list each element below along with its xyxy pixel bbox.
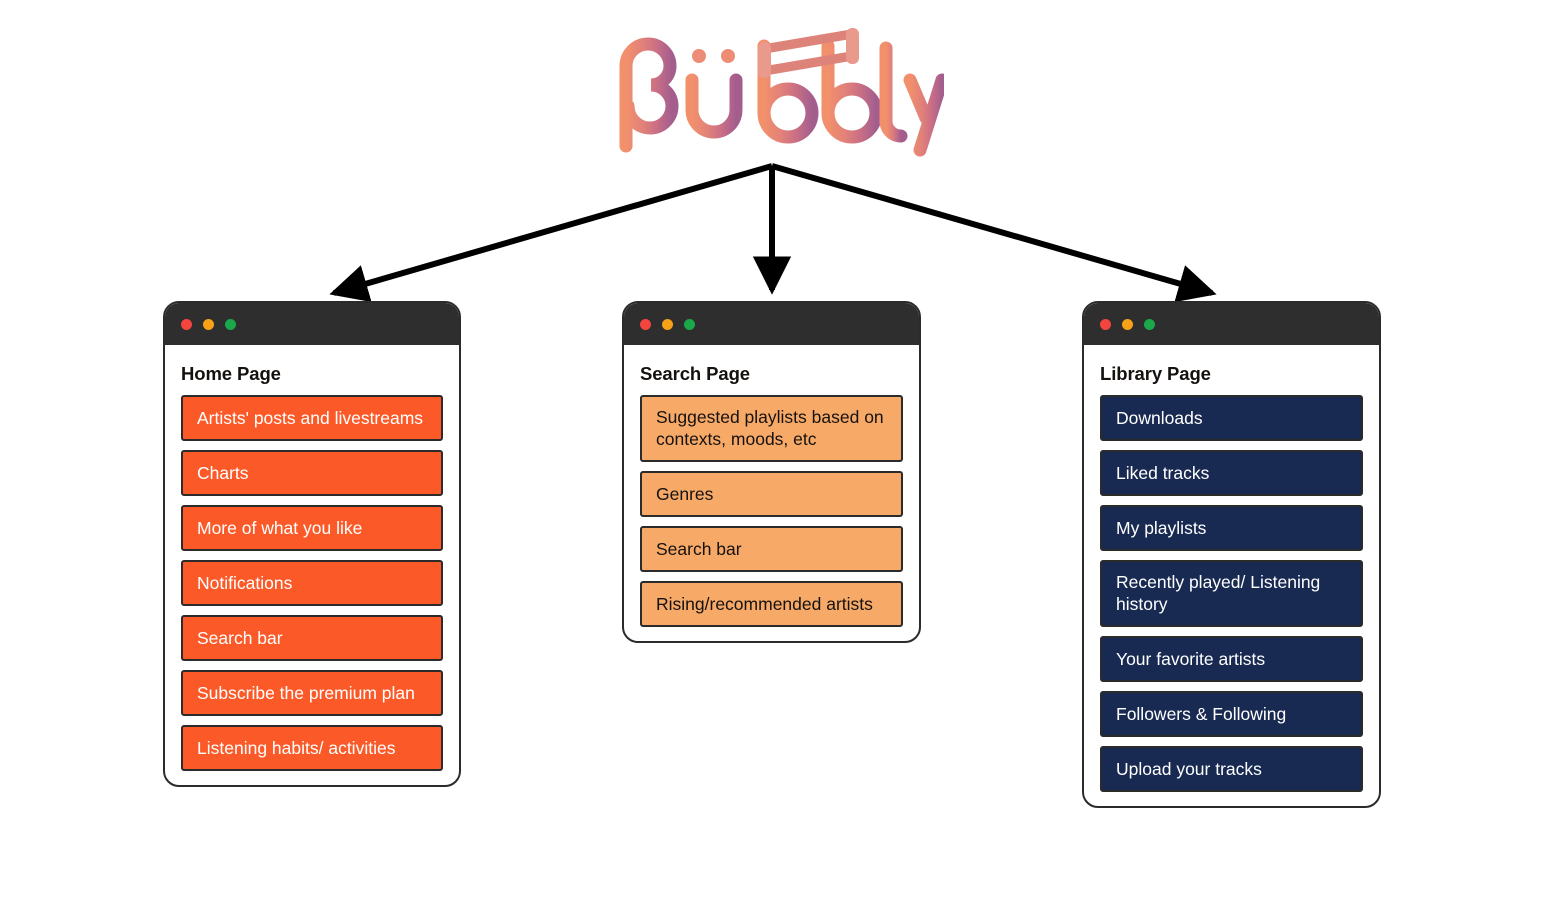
maximize-icon[interactable] — [1144, 318, 1155, 330]
diagram-canvas: Home Page Artists' posts and livestreams… — [0, 0, 1544, 904]
page-title: Home Page — [181, 363, 281, 384]
feature-item[interactable]: Genres — [640, 470, 903, 517]
close-icon[interactable] — [181, 318, 192, 330]
feature-item[interactable]: Subscribe the premium plan — [181, 670, 443, 716]
feature-item[interactable]: Listening habits/ activities — [181, 725, 443, 771]
close-icon[interactable] — [1100, 318, 1111, 330]
page-title: Search Page — [640, 363, 750, 384]
feature-item[interactable]: Recently played/ Listening history — [1100, 560, 1363, 627]
note-beam-icon — [759, 29, 857, 76]
feature-item[interactable]: Search bar — [181, 615, 443, 661]
maximize-icon[interactable] — [684, 318, 695, 330]
feature-item[interactable]: Liked tracks — [1100, 450, 1363, 496]
minimize-icon[interactable] — [662, 318, 673, 330]
window-titlebar — [624, 303, 919, 345]
app-logo — [604, 18, 944, 158]
arrow-to-library-page — [771, 163, 1217, 303]
card-body: Search Page Suggested playlists based on… — [624, 345, 919, 641]
card-home-page[interactable]: Home Page Artists' posts and livestreams… — [163, 301, 461, 787]
umlaut-dot-left — [692, 49, 706, 63]
feature-item[interactable]: Notifications — [181, 560, 443, 606]
umlaut-dot-right — [721, 49, 735, 63]
window-titlebar — [1084, 303, 1379, 345]
feature-item[interactable]: Upload your tracks — [1100, 745, 1363, 792]
close-icon[interactable] — [640, 318, 651, 330]
feature-item[interactable]: Followers & Following — [1100, 690, 1363, 737]
feature-item[interactable]: Rising/recommended artists — [640, 580, 903, 627]
feature-item[interactable]: More of what you like — [181, 505, 443, 551]
feature-item[interactable]: Charts — [181, 450, 443, 496]
page-title: Library Page — [1100, 363, 1211, 384]
bubbly-logo-icon — [619, 28, 944, 157]
card-library-page[interactable]: Library Page Downloads Liked tracks My p… — [1082, 301, 1381, 808]
minimize-icon[interactable] — [1122, 318, 1133, 330]
feature-item[interactable]: Your favorite artists — [1100, 635, 1363, 682]
maximize-icon[interactable] — [225, 318, 236, 330]
card-search-page[interactable]: Search Page Suggested playlists based on… — [622, 301, 921, 643]
card-body: Home Page Artists' posts and livestreams… — [165, 345, 459, 785]
minimize-icon[interactable] — [203, 318, 214, 330]
feature-item[interactable]: Artists' posts and livestreams — [181, 395, 443, 441]
card-body: Library Page Downloads Liked tracks My p… — [1084, 345, 1379, 806]
window-titlebar — [165, 303, 459, 345]
arrow-to-home-page — [329, 163, 773, 303]
feature-item[interactable]: Downloads — [1100, 395, 1363, 441]
feature-item[interactable]: Search bar — [640, 525, 903, 572]
feature-item[interactable]: My playlists — [1100, 505, 1363, 551]
feature-item[interactable]: Suggested playlists based on contexts, m… — [640, 395, 903, 462]
